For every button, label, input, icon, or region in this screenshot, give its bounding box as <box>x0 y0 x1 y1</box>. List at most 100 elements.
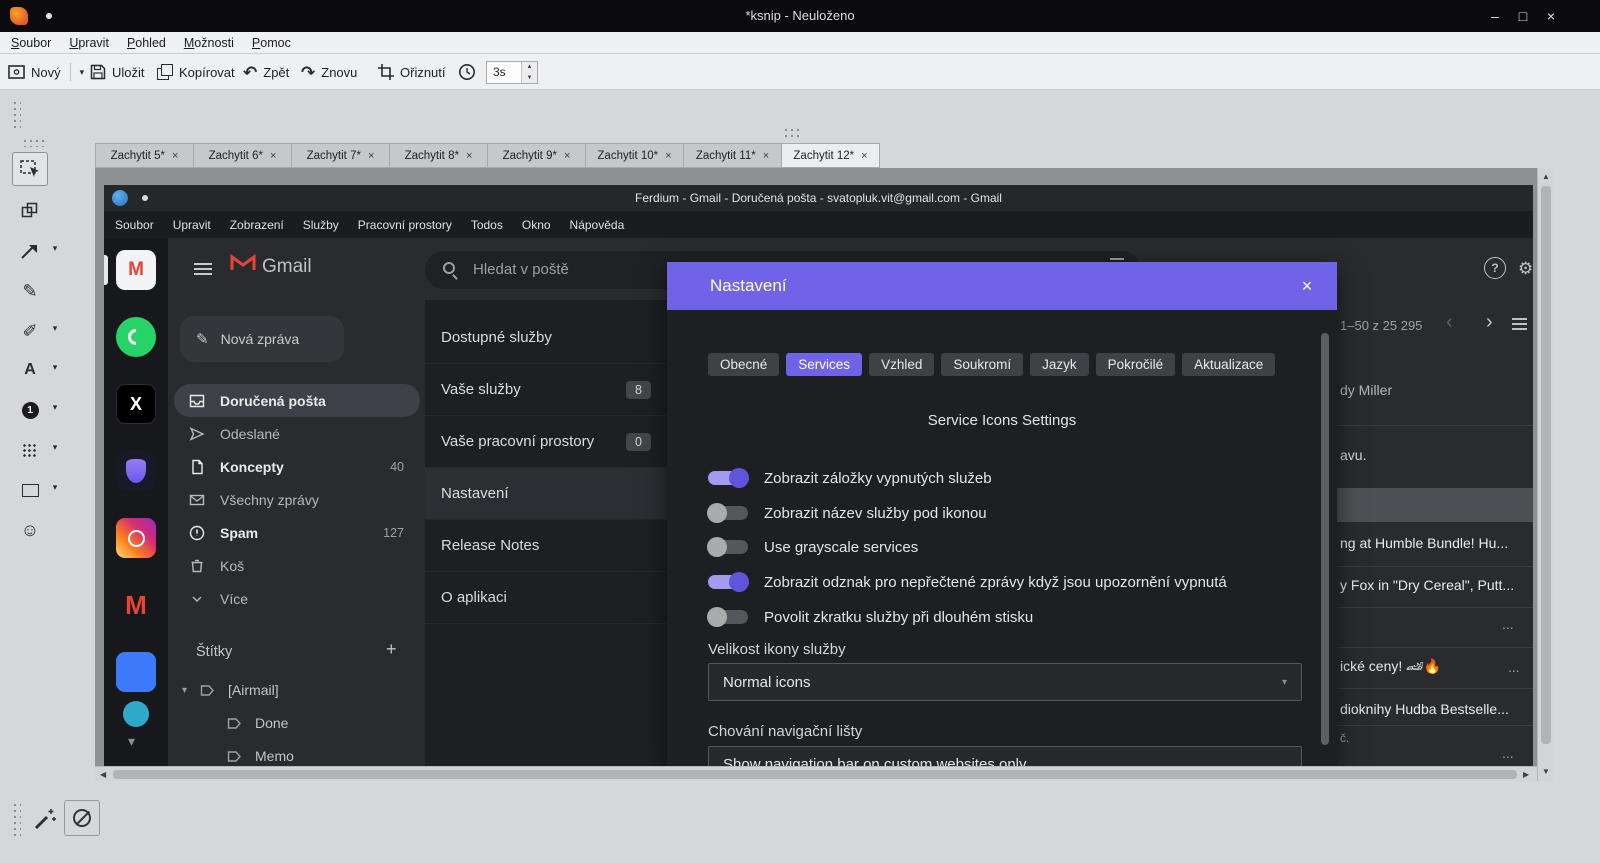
settings-nav-available-services[interactable]: Dostupné služby <box>425 312 667 364</box>
gmail-hamburger-icon[interactable] <box>194 263 212 265</box>
service-icon-whatsapp[interactable] <box>116 317 156 357</box>
service-icon-gmail[interactable]: M <box>116 250 156 290</box>
gear-icon[interactable]: ⚙ <box>1518 259 1533 279</box>
service-icon-instagram[interactable] <box>116 518 156 558</box>
tab-close-icon[interactable]: × <box>861 150 867 162</box>
email-fragment[interactable]: ... <box>1508 659 1520 675</box>
tab-zachytit-10[interactable]: Zachytit 10* × <box>585 143 684 168</box>
fmenu-sluzby[interactable]: Služby <box>303 218 339 232</box>
toolbar-drag-handle[interactable] <box>12 100 21 130</box>
tab-zachytit-5[interactable]: Zachytit 5* × <box>95 143 194 168</box>
email-fragment[interactable]: ... <box>1502 616 1514 632</box>
fmenu-soubor[interactable]: Soubor <box>115 218 154 232</box>
services-chevron-down-icon[interactable]: ▾ <box>128 733 135 750</box>
tool-arrow[interactable] <box>12 234 48 268</box>
tool-text[interactable]: A <box>12 353 48 387</box>
toggle-switch[interactable] <box>708 468 749 488</box>
delay-spinbox[interactable]: 3s ▲ ▼ <box>486 61 538 84</box>
minimize-button[interactable]: – <box>1484 6 1506 26</box>
service-icon-proton[interactable] <box>116 451 156 491</box>
menu-upravit[interactable]: Upravit <box>60 32 118 54</box>
tool-pencil[interactable]: ✎ <box>12 274 48 308</box>
settings-nav-workspaces[interactable]: Vaše pracovní prostory 0 <box>425 416 667 468</box>
tab-soukromi[interactable]: Soukromí <box>941 353 1024 376</box>
undo-button[interactable]: ↶ Zpět <box>243 54 289 90</box>
tab-close-icon[interactable]: × <box>368 150 374 162</box>
email-fragment[interactable]: ... <box>1502 745 1514 761</box>
spin-down-icon[interactable]: ▼ <box>522 72 537 83</box>
tab-close-icon[interactable]: × <box>564 150 570 162</box>
tool-sticker[interactable]: ☺ <box>12 513 48 547</box>
service-icon-blue[interactable] <box>116 652 156 692</box>
add-label-icon[interactable]: + <box>386 640 397 658</box>
selected-email-row[interactable] <box>1337 488 1533 522</box>
menu-pomoc[interactable]: Pomoc <box>243 32 300 54</box>
email-fragment[interactable]: ické ceny! 🏎🔥 <box>1340 658 1441 675</box>
no-effect-button[interactable] <box>64 800 100 836</box>
dialog-close-icon[interactable]: × <box>1293 273 1321 299</box>
new-dropdown-caret-icon[interactable]: ▾ <box>80 67 85 78</box>
new-button[interactable]: Nový ▾ <box>8 54 84 90</box>
tab-aktualizace[interactable]: Aktualizace <box>1182 353 1276 376</box>
fmenu-upravit[interactable]: Upravit <box>173 218 211 232</box>
tab-zachytit-7[interactable]: Zachytit 7* × <box>291 143 390 168</box>
effects-button[interactable] <box>26 800 64 838</box>
number-tool-caret-icon[interactable]: ▾ <box>50 402 60 413</box>
close-button[interactable]: × <box>1540 6 1562 26</box>
tab-obecne[interactable]: Obecné <box>708 353 780 376</box>
gmail-nav-more[interactable]: Více <box>174 582 420 615</box>
tab-close-icon[interactable]: × <box>466 150 472 162</box>
fmenu-napoveda[interactable]: Nápověda <box>570 218 625 232</box>
settings-nav-release-notes[interactable]: Release Notes <box>425 520 667 572</box>
tab-jazyk[interactable]: Jazyk <box>1030 353 1089 376</box>
tool-select[interactable] <box>12 152 48 186</box>
menu-soubor[interactable]: Soubor <box>2 32 60 54</box>
split-view-icon[interactable] <box>1512 318 1527 320</box>
scroll-down-icon[interactable]: ▼ <box>1542 768 1550 776</box>
effects-drag-handle[interactable] <box>12 802 21 838</box>
scroll-up-icon[interactable]: ▲ <box>1542 173 1550 181</box>
page-next-icon[interactable]: › <box>1486 311 1493 334</box>
horizontal-scrollbar[interactable]: ◀ ▶ <box>95 766 1537 781</box>
vertical-scroll-thumb[interactable] <box>1541 186 1551 744</box>
toolbar-drag-handle[interactable] <box>22 138 48 147</box>
tabbar-drag-handle[interactable] <box>783 127 801 137</box>
rectangle-tool-caret-icon[interactable]: ▾ <box>50 482 60 493</box>
email-fragment[interactable]: y Fox in "Dry Cereal", Putt... <box>1340 577 1514 593</box>
fmenu-todos[interactable]: Todos <box>471 218 503 232</box>
settings-nav-your-services[interactable]: Vaše služby 8 <box>425 364 667 416</box>
maximize-button[interactable]: □ <box>1512 6 1534 26</box>
pixelate-tool-caret-icon[interactable]: ▾ <box>50 442 60 453</box>
settings-nav-about[interactable]: O aplikaci <box>425 572 667 624</box>
save-button[interactable]: Uložit <box>90 54 145 90</box>
label-expand-caret-icon[interactable]: ▾ <box>182 685 187 696</box>
fmenu-pracovni-prostory[interactable]: Pracovní prostory <box>358 218 452 232</box>
toggle-switch[interactable] <box>707 607 748 627</box>
dialog-scrollbar[interactable] <box>1321 333 1329 745</box>
compose-button[interactable]: ✎ Nová zpráva <box>180 316 344 362</box>
tab-zachytit-8[interactable]: Zachytit 8* × <box>389 143 488 168</box>
tab-close-icon[interactable]: × <box>665 150 671 162</box>
email-fragment[interactable]: dioknihy Hudba Bestselle... <box>1340 701 1509 717</box>
gmail-nav-sent[interactable]: Odeslané <box>174 417 420 450</box>
redo-button[interactable]: ↷ Znovu <box>301 54 357 90</box>
settings-nav-settings[interactable]: Nastavení <box>425 468 667 520</box>
gmail-nav-drafts[interactable]: Koncepty 40 <box>174 450 420 483</box>
tab-zachytit-12[interactable]: Zachytit 12* × <box>781 143 880 168</box>
label-airmail[interactable]: ▾ [Airmail] <box>182 675 279 705</box>
toggle-switch[interactable] <box>708 572 749 592</box>
gmail-nav-trash[interactable]: Koš <box>174 549 420 582</box>
tab-zachytit-9[interactable]: Zachytit 9* × <box>487 143 586 168</box>
toggle-switch[interactable] <box>707 537 748 557</box>
gmail-nav-allmail[interactable]: Všechny zprávy <box>174 483 420 516</box>
text-tool-caret-icon[interactable]: ▾ <box>50 362 60 373</box>
service-icon-x[interactable]: X <box>116 384 156 424</box>
tab-vzhled[interactable]: Vzhled <box>869 353 935 376</box>
gmail-nav-inbox[interactable]: Doručená pošta <box>174 384 420 417</box>
icon-size-select[interactable]: Normal icons ▾ <box>708 663 1302 701</box>
vertical-scrollbar[interactable]: ▲ ▼ <box>1537 168 1553 781</box>
email-fragment[interactable]: ng at Humble Bundle! Hu... <box>1340 535 1508 551</box>
delay-value[interactable]: 3s <box>487 62 521 83</box>
tool-marker[interactable]: ✐ <box>12 314 48 348</box>
tab-zachytit-6[interactable]: Zachytit 6* × <box>193 143 292 168</box>
